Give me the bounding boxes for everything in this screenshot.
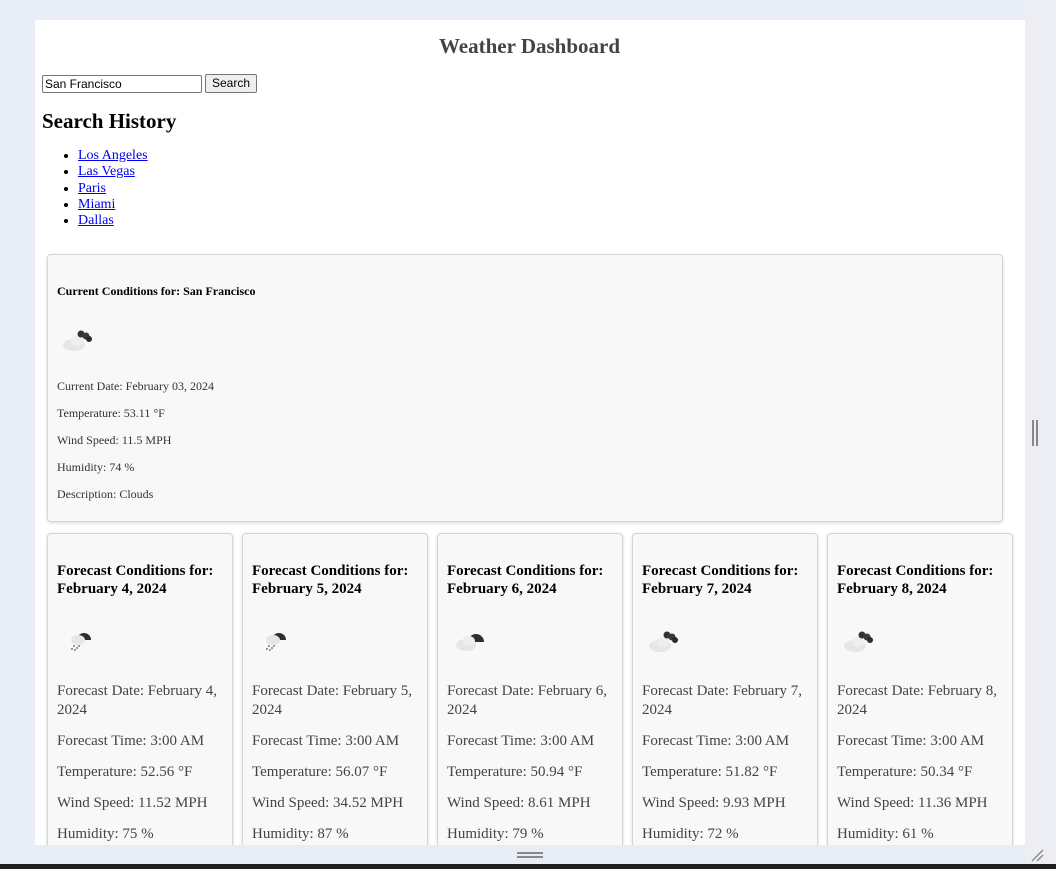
forecast-humidity: Humidity: 79 % — [447, 826, 544, 842]
search-bar: Search — [42, 74, 1012, 93]
forecast-time: Forecast Time: 3:00 AM — [252, 733, 400, 749]
forecast-humidity: Humidity: 75 % — [57, 826, 154, 842]
browser-frame-left — [0, 0, 35, 869]
forecast-wind-speed: Wind Speed: 11.36 MPH — [837, 795, 988, 811]
current-temperature: Temperature: 53.11 °F — [57, 406, 165, 420]
forecast-time: Forecast Time: 3:00 AM — [57, 733, 205, 749]
weather-dashboard-page: Weather Dashboard Search Search History … — [35, 20, 1025, 845]
city-search-input[interactable] — [42, 74, 202, 93]
forecast-date: Forecast Date: February 8, 2024 — [837, 683, 997, 718]
history-item: Dallas — [78, 213, 1012, 229]
forecast-date: Forecast Date: February 7, 2024 — [642, 683, 802, 718]
horizontal-resize-handle[interactable] — [517, 852, 543, 858]
overcast-clouds-icon — [456, 634, 484, 651]
history-item: Los Angeles — [78, 148, 1012, 164]
forecast-humidity: Humidity: 61 % — [837, 826, 934, 842]
forecast-card: Forecast Conditions for: February 6, 202… — [437, 533, 623, 845]
current-humidity: Humidity: 74 % — [57, 460, 135, 474]
forecast-temperature: Temperature: 52.56 °F — [57, 764, 193, 780]
browser-frame-right — [1025, 0, 1056, 869]
forecast-temperature: Temperature: 51.82 °F — [642, 764, 778, 780]
current-conditions-title: Current Conditions for: San Francisco — [57, 284, 256, 298]
forecast-card: Forecast Conditions for: February 7, 202… — [632, 533, 818, 845]
history-item: Paris — [78, 181, 1012, 197]
taskbar-strip — [0, 864, 1056, 869]
forecast-card: Forecast Conditions for: February 4, 202… — [47, 533, 233, 845]
history-link-miami[interactable]: Miami — [78, 197, 115, 212]
forecast-wind-speed: Wind Speed: 11.52 MPH — [57, 795, 208, 811]
current-wind-speed: Wind Speed: 11.5 MPH — [57, 433, 172, 447]
search-button[interactable]: Search — [205, 74, 258, 93]
forecast-temperature: Temperature: 50.34 °F — [837, 764, 973, 780]
broken-clouds-icon — [63, 330, 92, 351]
broken-clouds-icon — [649, 631, 678, 652]
browser-frame-top — [0, 0, 1056, 20]
forecast-time: Forecast Time: 3:00 AM — [837, 733, 985, 749]
forecast-date: Forecast Date: February 4, 2024 — [57, 683, 217, 718]
current-date: Current Date: February 03, 2024 — [57, 379, 214, 393]
forecast-card: Forecast Conditions for: February 5, 202… — [242, 533, 428, 845]
history-link-dallas[interactable]: Dallas — [78, 213, 114, 228]
forecast-wind-speed: Wind Speed: 8.61 MPH — [447, 795, 591, 811]
forecast-title: Forecast Conditions for: February 8, 202… — [837, 563, 994, 597]
history-item: Las Vegas — [78, 164, 1012, 180]
forecast-humidity: Humidity: 72 % — [642, 826, 739, 842]
search-history-list: Los Angeles Las Vegas Paris Miami Dallas — [42, 148, 1012, 229]
forecast-row: Forecast Conditions for: February 4, 202… — [47, 533, 1013, 845]
forecast-time: Forecast Time: 3:00 AM — [447, 733, 595, 749]
resize-grip-icon[interactable] — [1030, 848, 1044, 862]
forecast-title: Forecast Conditions for: February 7, 202… — [642, 563, 799, 597]
rain-icon — [266, 633, 286, 651]
current-conditions-card: Current Conditions for: San Francisco Cu… — [47, 254, 1003, 522]
history-item: Miami — [78, 197, 1012, 213]
forecast-humidity: Humidity: 87 % — [252, 826, 349, 842]
current-description: Description: Clouds — [57, 487, 154, 501]
forecast-title: Forecast Conditions for: February 4, 202… — [57, 563, 214, 597]
forecast-title: Forecast Conditions for: February 6, 202… — [447, 563, 604, 597]
search-history-title: Search History — [42, 109, 177, 133]
page-title: Weather Dashboard — [438, 34, 621, 58]
forecast-title: Forecast Conditions for: February 5, 202… — [252, 563, 409, 597]
forecast-wind-speed: Wind Speed: 34.52 MPH — [252, 795, 404, 811]
forecast-wind-speed: Wind Speed: 9.93 MPH — [642, 795, 786, 811]
page-content: Weather Dashboard Search Search History … — [42, 20, 1012, 229]
forecast-time: Forecast Time: 3:00 AM — [642, 733, 790, 749]
forecast-temperature: Temperature: 56.07 °F — [252, 764, 388, 780]
rain-icon — [71, 633, 91, 651]
history-link-las-vegas[interactable]: Las Vegas — [78, 164, 135, 179]
history-link-los-angeles[interactable]: Los Angeles — [78, 148, 148, 163]
forecast-temperature: Temperature: 50.94 °F — [447, 764, 583, 780]
vertical-resize-handle[interactable] — [1032, 420, 1038, 446]
history-link-paris[interactable]: Paris — [78, 181, 106, 196]
broken-clouds-icon — [844, 631, 873, 652]
forecast-date: Forecast Date: February 6, 2024 — [447, 683, 607, 718]
forecast-card: Forecast Conditions for: February 8, 202… — [827, 533, 1013, 845]
forecast-date: Forecast Date: February 5, 2024 — [252, 683, 412, 718]
